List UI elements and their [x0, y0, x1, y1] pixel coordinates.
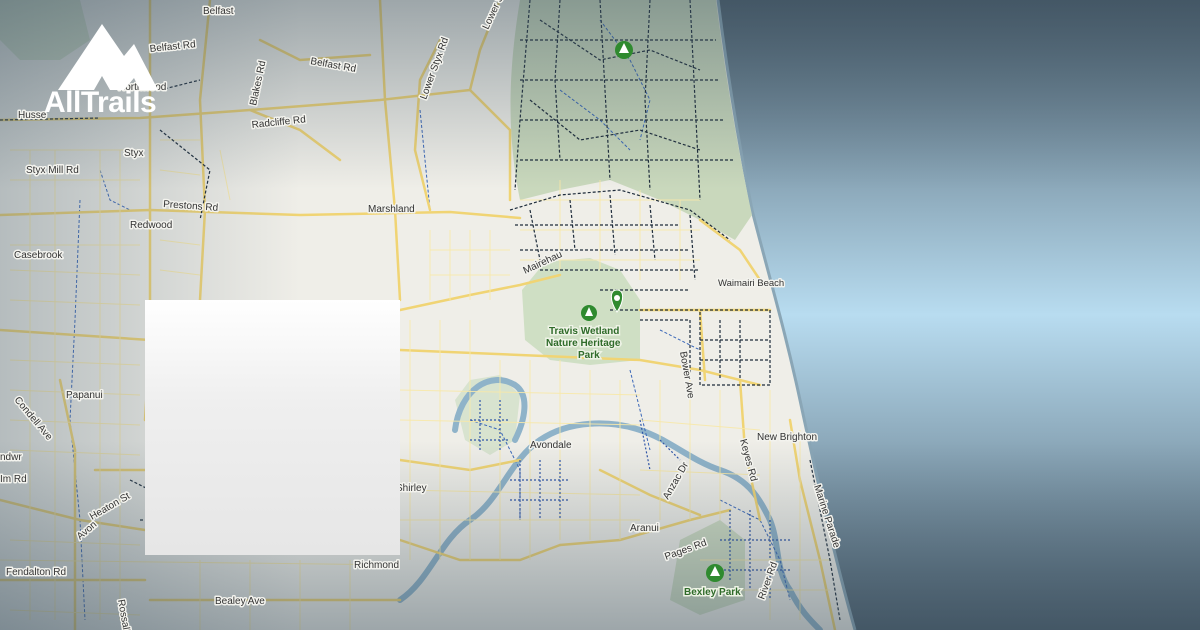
label-bexley-park: Bexley Park [684, 587, 741, 598]
label-richmond: Richmond [354, 560, 399, 571]
label-casebrook: Casebrook [14, 250, 63, 261]
label-papanui: Papanui [66, 390, 103, 401]
alltrails-wordmark: AllTrails [44, 86, 157, 119]
label-travis-wetland-3: Park [578, 350, 600, 361]
label-travis-wetland-1: Travis Wetland [549, 326, 619, 337]
label-bealey-ave: Bealey Ave [215, 596, 265, 607]
label-styx-mill-rd: Styx Mill Rd [26, 165, 79, 176]
label-redwood: Redwood [130, 220, 172, 231]
label-elm-rd: Im Rd [0, 474, 27, 485]
park-marker-bottle-lake[interactable] [615, 41, 633, 59]
label-belfast: Belfast [203, 6, 234, 17]
label-waimairi-beach: Waimairi Beach [718, 278, 784, 289]
label-marshland: Marshland [368, 204, 415, 215]
label-fendalton-rd: Fendalton Rd [6, 567, 66, 578]
info-card [145, 300, 400, 555]
park-marker-travis[interactable] [581, 305, 597, 321]
label-travis-wetland-2: Nature Heritage [546, 338, 621, 349]
label-shirley: Shirley [396, 483, 427, 494]
label-styx: Styx [124, 148, 143, 159]
park-marker-bexley[interactable] [706, 564, 724, 582]
label-avondale: Avondale [530, 440, 572, 451]
label-harewood: ndwr [0, 452, 22, 463]
label-aranui: Aranui [630, 523, 659, 534]
label-new-brighton: New Brighton [757, 432, 817, 443]
